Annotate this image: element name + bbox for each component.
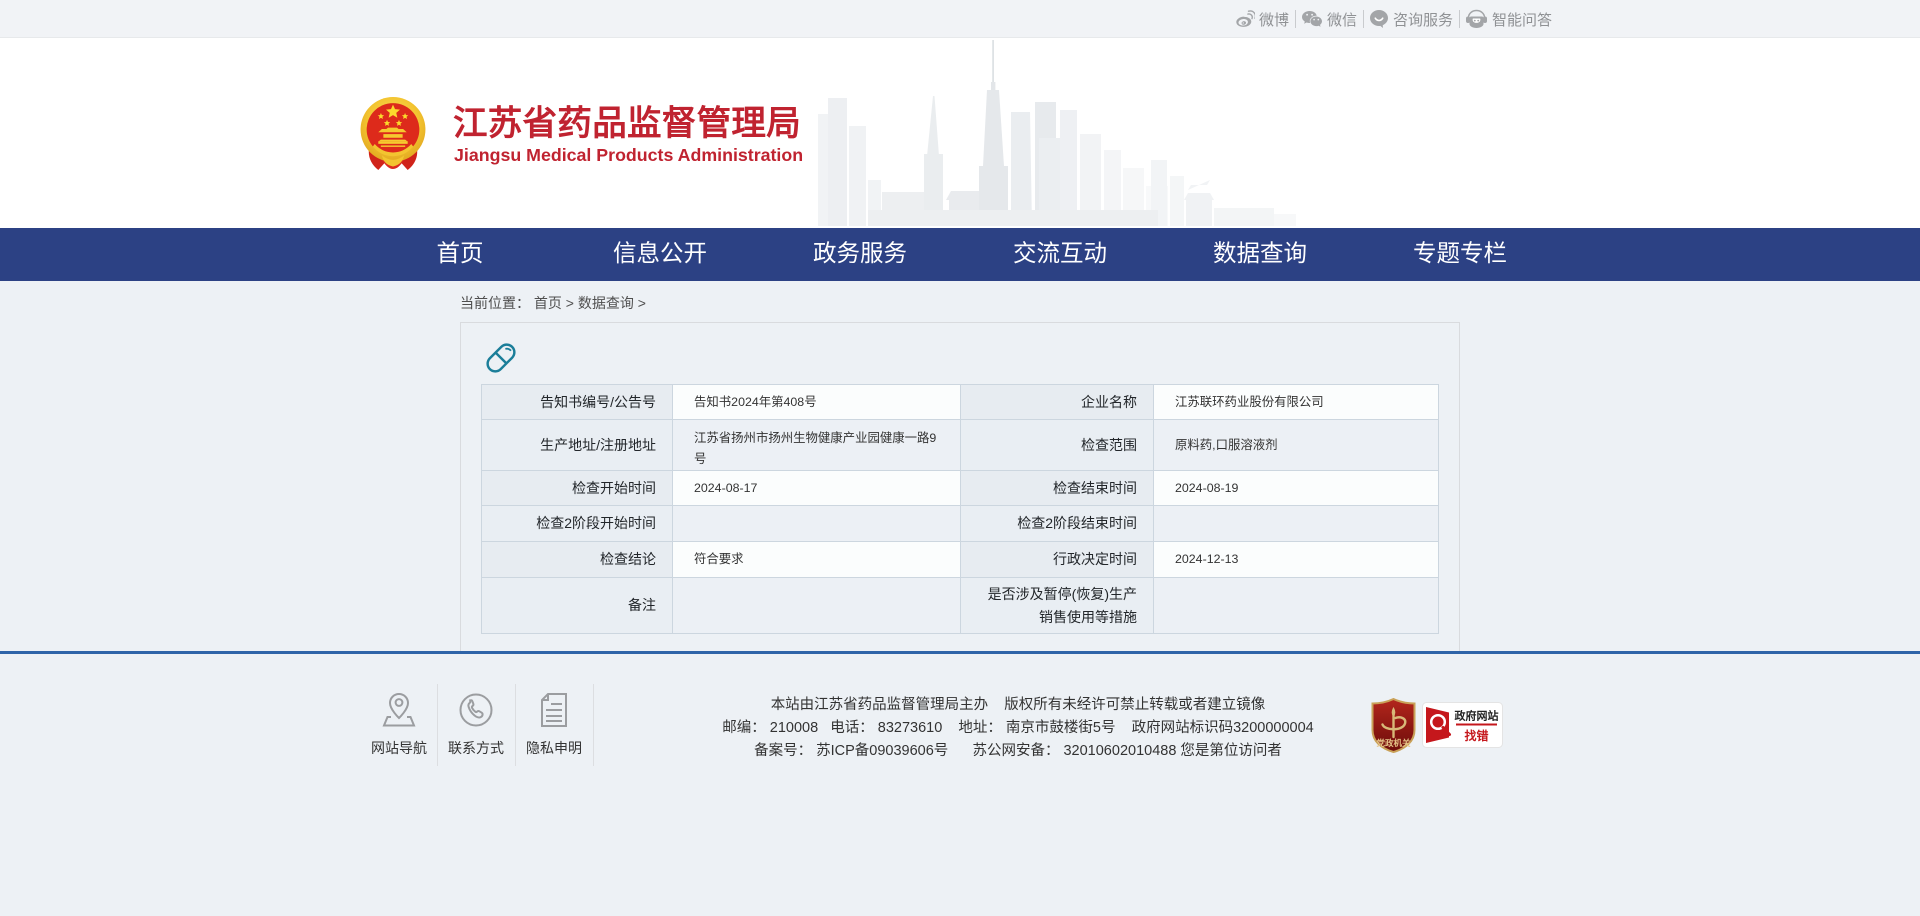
svg-text:党政机关: 党政机关 (1376, 738, 1411, 748)
svg-text:政府网站: 政府网站 (1455, 709, 1499, 723)
svg-text:找错: 找错 (1464, 728, 1488, 743)
